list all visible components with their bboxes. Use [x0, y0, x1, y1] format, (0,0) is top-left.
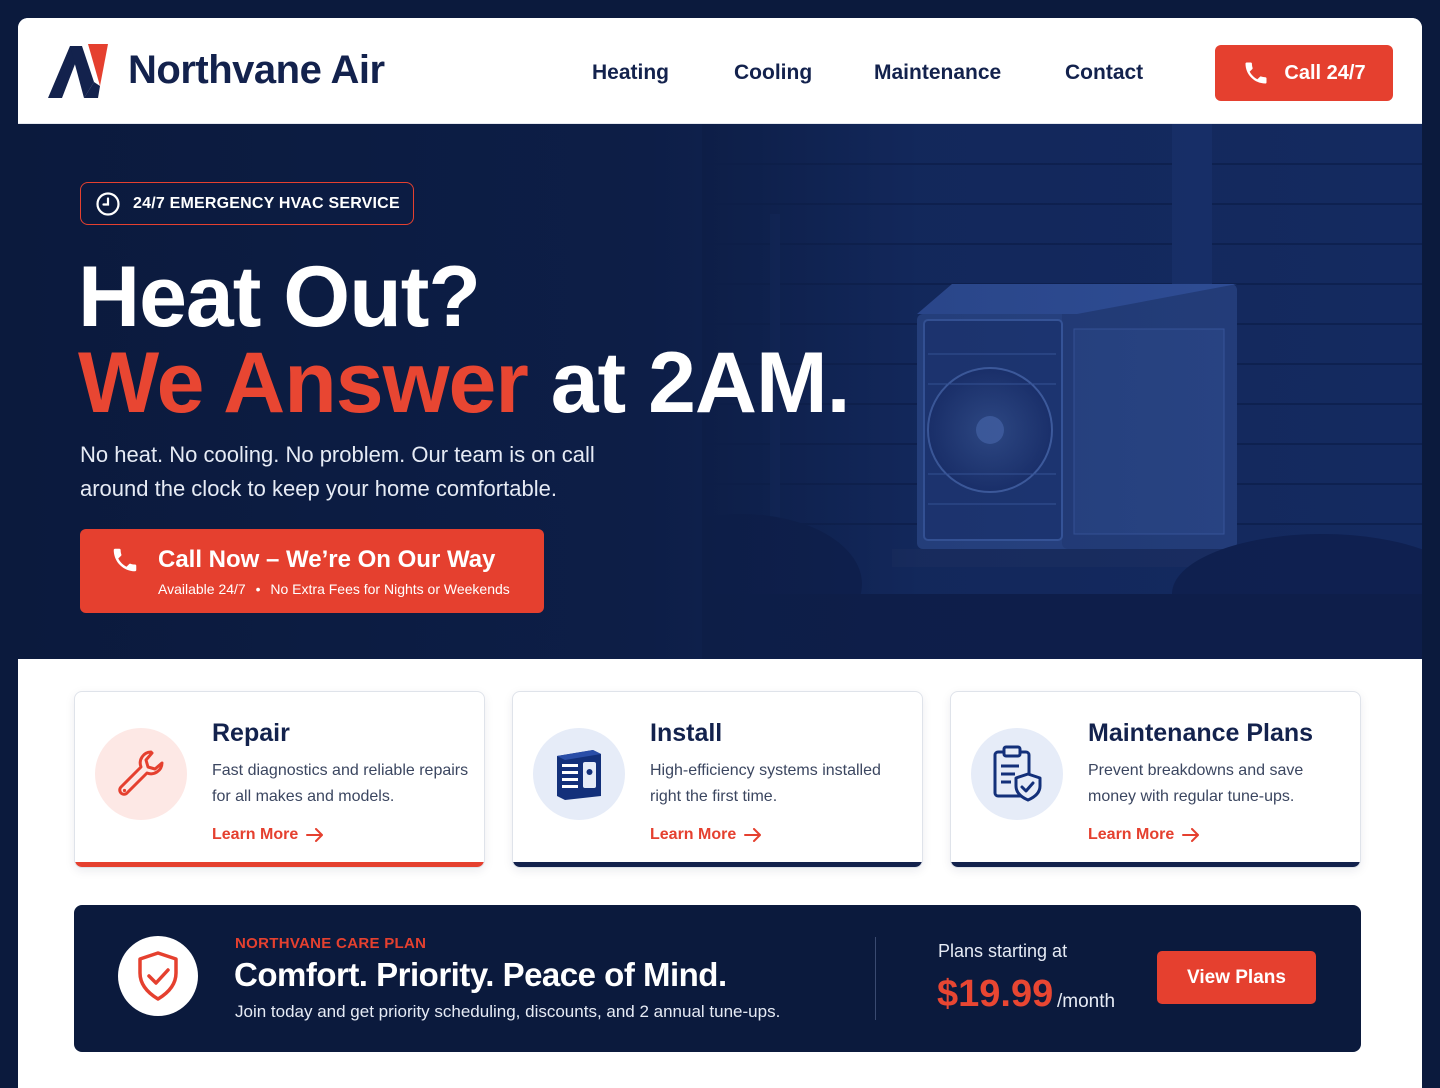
- install-description: High-efficiency systems installed right …: [650, 762, 881, 805]
- call-24-7-button[interactable]: Call 24/7: [1215, 45, 1393, 101]
- availability-text: Available 24/7: [158, 581, 246, 597]
- card-accent-bar: [75, 862, 484, 867]
- emergency-badge: 24/7 EMERGENCY HVAC SERVICE: [80, 182, 414, 225]
- no-fees-text: No Extra Fees for Nights or Weekends: [270, 581, 510, 597]
- card-accent-bar: [951, 862, 1360, 867]
- hero-subtext: No heat. No cooling. No problem. Our tea…: [80, 442, 595, 501]
- nav-heating[interactable]: Heating: [592, 61, 669, 85]
- hero-headline-line1: Heat Out?: [78, 249, 481, 345]
- emergency-badge-text: 24/7 EMERGENCY HVAC SERVICE: [133, 194, 400, 212]
- hero-headline-accent: We Answer: [78, 335, 529, 431]
- nav-cooling[interactable]: Cooling: [734, 61, 812, 85]
- phone-icon: [1245, 62, 1267, 84]
- plan-price-period: /month: [1057, 991, 1116, 1012]
- care-plan-eyebrow: NORTHVANE CARE PLAN: [235, 935, 427, 952]
- install-learn-more-link[interactable]: Learn More: [650, 826, 762, 844]
- arrow-right-icon: [306, 828, 324, 842]
- care-plan-banner: NORTHVANE CARE PLAN Comfort. Priority. P…: [74, 905, 1361, 1052]
- maintenance-learn-more-link[interactable]: Learn More: [1088, 826, 1200, 844]
- care-plan-title: Comfort. Priority. Peace of Mind.: [234, 956, 727, 993]
- call-now-title: Call Now – We’re On Our Way: [158, 546, 496, 573]
- plans-starting-label: Plans starting at: [938, 941, 1068, 961]
- install-title: Install: [650, 719, 723, 747]
- hvac-unit-icon: [557, 750, 601, 800]
- call-now-subtitle: Available 24/7 • No Extra Fees for Night…: [158, 581, 510, 597]
- site-header: Northvane Air Heating Cooling Maintenanc…: [18, 18, 1422, 124]
- clock-icon: [96, 191, 120, 216]
- service-card-install[interactable]: Install High-efficiency systems installe…: [512, 691, 923, 868]
- view-plans-button[interactable]: View Plans: [1157, 951, 1316, 1004]
- wrench-icon: [118, 750, 164, 796]
- hero-section: 24/7 EMERGENCY HVAC SERVICE Heat Out? We…: [18, 124, 1422, 659]
- call-button-label: Call 24/7: [1284, 61, 1366, 84]
- repair-description: Fast diagnostics and reliable repairs fo…: [212, 762, 469, 805]
- phone-icon: [113, 548, 137, 572]
- repair-learn-more-link[interactable]: Learn More: [212, 826, 324, 844]
- learn-more-label: Learn More: [650, 826, 737, 843]
- learn-more-label: Learn More: [212, 826, 299, 843]
- nav-contact[interactable]: Contact: [1065, 61, 1143, 85]
- service-card-maintenance-plans[interactable]: Maintenance Plans Prevent breakdowns and…: [950, 691, 1361, 868]
- plan-price: $19.99: [937, 973, 1054, 1015]
- bullet-separator: •: [255, 581, 261, 597]
- shield-check-icon: [138, 951, 178, 1001]
- nav-maintenance[interactable]: Maintenance: [874, 61, 1001, 85]
- northvane-logo[interactable]: [48, 42, 108, 100]
- repair-icon-circle: [95, 728, 187, 820]
- maintenance-plans-description: Prevent breakdowns and save money with r…: [1088, 762, 1304, 805]
- clipboard-shield-icon: [993, 745, 1042, 802]
- card-accent-bar: [513, 862, 922, 867]
- shield-icon-circle: [118, 936, 198, 1016]
- brand-name[interactable]: Northvane Air: [128, 48, 385, 93]
- arrow-right-icon: [1182, 828, 1200, 842]
- learn-more-label: Learn More: [1088, 826, 1175, 843]
- call-now-button[interactable]: Call Now – We’re On Our Way Available 24…: [80, 529, 544, 613]
- hero-headline-rest: at 2AM.: [550, 335, 851, 431]
- hero-headline-line2: We Answer at 2AM.: [78, 340, 851, 426]
- arrow-right-icon: [744, 828, 762, 842]
- care-plan-description: Join today and get priority scheduling, …: [235, 1002, 781, 1021]
- repair-title: Repair: [212, 719, 290, 747]
- page-frame: Northvane Air Heating Cooling Maintenanc…: [18, 18, 1422, 1088]
- service-card-repair[interactable]: Repair Fast diagnostics and reliable rep…: [74, 691, 485, 868]
- vertical-divider: [875, 937, 876, 1020]
- maintenance-plans-title: Maintenance Plans: [1088, 719, 1314, 747]
- install-icon-circle: [533, 728, 625, 820]
- maintenance-icon-circle: [971, 728, 1063, 820]
